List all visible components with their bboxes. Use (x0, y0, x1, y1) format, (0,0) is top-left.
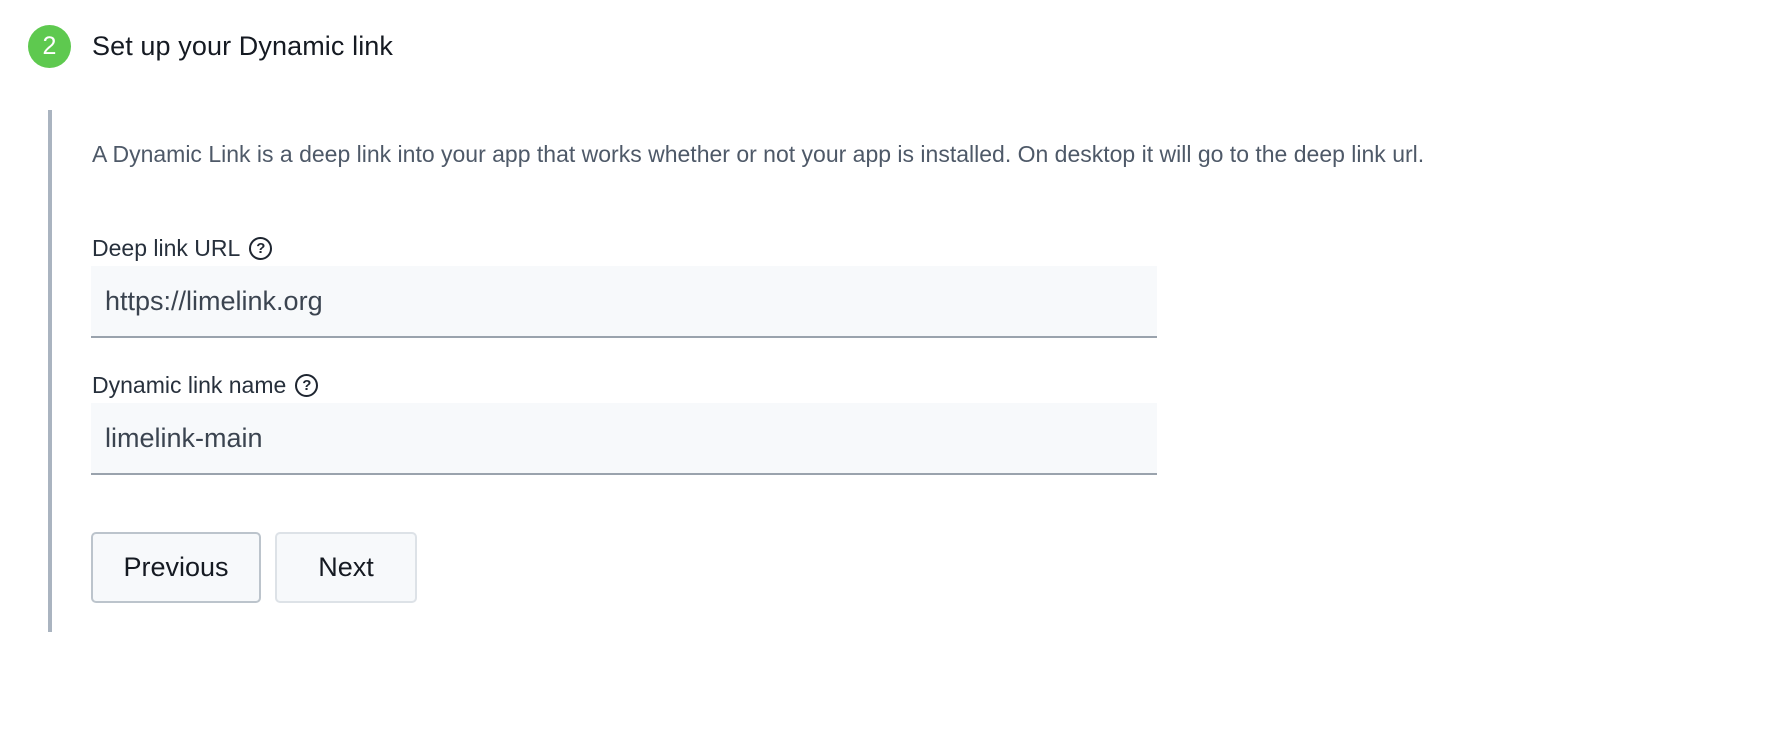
deep-link-url-input[interactable] (91, 266, 1157, 338)
deep-link-url-label-text: Deep link URL (92, 235, 241, 261)
dynamic-link-name-label: Dynamic link name ? (92, 372, 319, 399)
step-description: A Dynamic Link is a deep link into your … (92, 141, 1425, 167)
step-rail-divider (48, 110, 52, 632)
next-button[interactable]: Next (275, 532, 417, 603)
deep-link-url-label: Deep link URL ? (92, 235, 273, 262)
question-circle-icon[interactable]: ? (295, 374, 319, 397)
dynamic-link-name-input[interactable] (91, 403, 1157, 475)
step-header: 2 Set up your Dynamic link (28, 25, 393, 68)
step-title: Set up your Dynamic link (92, 31, 394, 61)
previous-button[interactable]: Previous (91, 532, 261, 603)
step-number-badge: 2 (28, 25, 71, 68)
question-circle-icon[interactable]: ? (249, 237, 273, 260)
dynamic-link-name-label-text: Dynamic link name (92, 372, 287, 398)
